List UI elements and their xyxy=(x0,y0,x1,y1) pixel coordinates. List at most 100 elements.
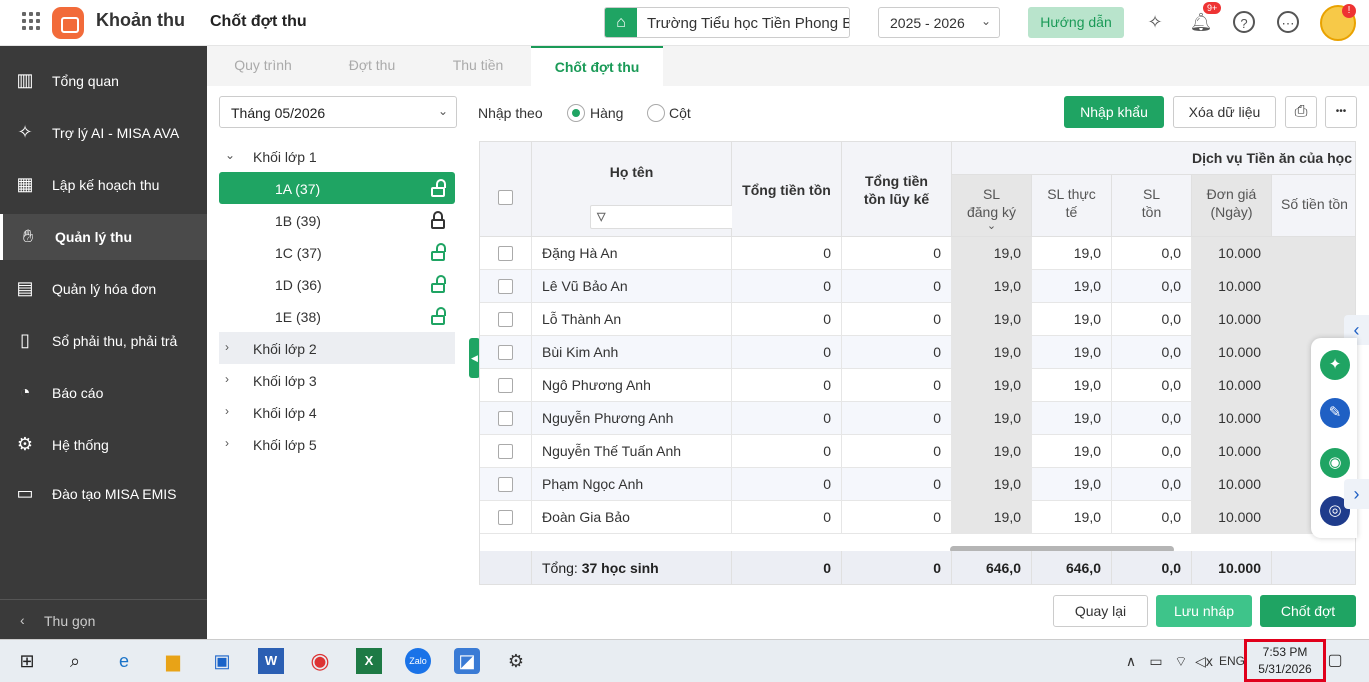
row-checkbox[interactable] xyxy=(498,345,513,360)
app-launcher-icon[interactable] xyxy=(22,12,42,32)
sidebar-item-hoa-don[interactable]: ▤ Quản lý hóa đơn xyxy=(0,266,207,312)
battery-icon[interactable]: ▭ xyxy=(1143,648,1169,674)
cell-sl-ton: 0,0 xyxy=(1112,501,1192,534)
sidebar-item-so-phai-thu[interactable]: ▯ Sổ phải thu, phải trả xyxy=(0,318,207,364)
school-selector[interactable]: ⌂ Trường Tiểu học Tiền Phong B xyxy=(604,7,850,38)
back-button[interactable]: Quay lại xyxy=(1053,595,1148,627)
tree-class-1b[interactable]: 1B (39) xyxy=(219,204,455,236)
zalo-icon[interactable]: Zalo xyxy=(405,648,431,674)
notification-badge: 9+ xyxy=(1203,2,1222,14)
edge-icon[interactable]: e xyxy=(111,648,137,674)
tab-chot-dot-thu[interactable]: Chốt đợt thu xyxy=(531,46,663,86)
tree-group-khoi-3[interactable]: › Khối lớp 3 xyxy=(219,364,455,396)
cell-total: 0 xyxy=(732,336,842,369)
cell-total: 0 xyxy=(732,468,842,501)
tree-class-1d[interactable]: 1D (36) xyxy=(219,268,455,300)
row-checkbox[interactable] xyxy=(498,477,513,492)
cell-don-gia: 10.000 xyxy=(1192,237,1272,270)
cell-sl-thuc-te[interactable]: 19,0 xyxy=(1032,369,1112,402)
save-draft-button[interactable]: Lưu nháp xyxy=(1156,595,1252,627)
sidebar-item-dao-tao[interactable]: ▭ Đào tạo MISA EMIS xyxy=(0,471,207,517)
cell-sl-thuc-te[interactable]: 19,0 xyxy=(1032,270,1112,303)
search-icon[interactable]: ⌕ xyxy=(62,648,88,674)
avatar[interactable]: ! xyxy=(1320,4,1356,41)
cell-sl-thuc-te[interactable]: 19,0 xyxy=(1032,402,1112,435)
collapse-right-arrow-icon[interactable]: › xyxy=(1344,479,1369,509)
hand-coin-icon: ✋︎ xyxy=(22,226,34,246)
notifications-icon[interactable]: ▢ xyxy=(1322,648,1348,674)
guide-button[interactable]: Hướng dẫn xyxy=(1028,7,1124,38)
row-select-cell xyxy=(480,369,532,402)
help-icon[interactable]: ? xyxy=(1233,11,1255,33)
footer-sl-dang-ky: 646,0 xyxy=(952,551,1032,584)
row-checkbox[interactable] xyxy=(498,444,513,459)
footer-so-tien-ton xyxy=(1272,551,1355,584)
lightbulb-icon[interactable]: ✦ xyxy=(1320,350,1350,380)
chat-bot-icon[interactable]: ◉ xyxy=(1320,448,1350,478)
cell-sl-thuc-te[interactable]: 19,0 xyxy=(1032,336,1112,369)
system-clock[interactable]: 7:53 PM 5/31/2026 xyxy=(1244,639,1326,682)
row-checkbox[interactable] xyxy=(498,411,513,426)
tree-class-1c[interactable]: 1C (37) xyxy=(219,236,455,268)
excel-icon[interactable]: X xyxy=(356,648,382,674)
row-checkbox[interactable] xyxy=(498,312,513,327)
cell-sl-thuc-te[interactable]: 19,0 xyxy=(1032,435,1112,468)
sidebar-item-quan-ly-thu[interactable]: ✋︎ Quản lý thu xyxy=(0,214,207,260)
clear-data-button[interactable]: Xóa dữ liệu xyxy=(1173,96,1276,128)
tree-class-1e[interactable]: 1E (38) xyxy=(219,300,455,332)
tab-quy-trinh[interactable]: Quy trình xyxy=(207,46,319,86)
cell-sl-thuc-te[interactable]: 19,0 xyxy=(1032,468,1112,501)
sidebar-item-bao-cao[interactable]: ◔ Báo cáo xyxy=(0,370,207,416)
settings-gear-icon[interactable]: ⚙ xyxy=(503,648,529,674)
sidebar-item-he-thong[interactable]: ⚙ Hệ thống xyxy=(0,422,207,468)
radio-row[interactable] xyxy=(567,104,585,122)
remote-desktop-icon[interactable]: ◪ xyxy=(454,648,480,674)
close-period-button[interactable]: Chốt đợt xyxy=(1260,595,1356,627)
language-indicator[interactable]: ENG xyxy=(1217,648,1247,674)
month-dropdown[interactable]: Tháng 05/2026 ⌄ xyxy=(219,96,457,128)
tree-group-khoi-2[interactable]: › Khối lớp 2 xyxy=(219,332,455,364)
cell-sl-ton: 0,0 xyxy=(1112,237,1192,270)
tree-group-khoi-5[interactable]: › Khối lớp 5 xyxy=(219,428,455,460)
row-checkbox[interactable] xyxy=(498,510,513,525)
row-checkbox[interactable] xyxy=(498,246,513,261)
select-all-checkbox[interactable] xyxy=(498,190,513,205)
tree-group-khoi-4[interactable]: › Khối lớp 4 xyxy=(219,396,455,428)
cell-sl-thuc-te[interactable]: 19,0 xyxy=(1032,303,1112,336)
collapse-sidebar-button[interactable]: ‹ Thu gọn xyxy=(0,599,207,639)
year-dropdown[interactable]: 2025 - 2026 ⌄ xyxy=(878,7,1000,38)
radio-column[interactable] xyxy=(647,104,665,122)
row-checkbox[interactable] xyxy=(498,378,513,393)
row-checkbox[interactable] xyxy=(498,279,513,294)
tray-chevron-up-icon[interactable]: ∧ xyxy=(1118,648,1144,674)
megaphone-icon[interactable]: ✎ xyxy=(1320,398,1350,428)
volume-muted-icon[interactable]: ◁x xyxy=(1191,648,1217,674)
file-explorer-icon[interactable]: ▆ xyxy=(160,648,186,674)
class-label: 1A (37) xyxy=(275,181,321,197)
word-icon[interactable]: W xyxy=(258,648,284,674)
more-options-button[interactable]: ••• xyxy=(1325,96,1357,128)
sidebar-item-lap-ke-hoach[interactable]: ▦ Lập kế hoạch thu xyxy=(0,162,207,208)
tree-class-1a[interactable]: 1A (37) xyxy=(219,172,455,204)
cell-sl-dang-ky: 19,0 xyxy=(952,237,1032,270)
header-so-tien-ton: Số tiền tồn xyxy=(1272,175,1355,237)
cell-sl-thuc-te[interactable]: 19,0 xyxy=(1032,501,1112,534)
tab-dot-thu[interactable]: Đợt thu xyxy=(319,46,425,86)
cell-sl-dang-ky: 19,0 xyxy=(952,303,1032,336)
header-don-gia: Đơn giá (Ngày) xyxy=(1192,175,1272,237)
sidebar-item-tro-ly-ai[interactable]: ✧ Trợ lý AI - MISA AVA xyxy=(0,110,207,156)
class-label: 1D (36) xyxy=(275,277,322,293)
windows-start-icon[interactable]: ⊞ xyxy=(14,648,40,674)
tab-thu-tien[interactable]: Thu tiền xyxy=(425,46,531,86)
chrome-icon[interactable]: ◉ xyxy=(307,648,333,674)
sidebar-item-tong-quan[interactable]: ▥ Tổng quan xyxy=(0,58,207,104)
cell-sl-ton: 0,0 xyxy=(1112,435,1192,468)
cell-sl-thuc-te[interactable]: 19,0 xyxy=(1032,237,1112,270)
more-circle-icon[interactable]: ⋯ xyxy=(1277,11,1299,33)
header-sl-dang-ky[interactable]: SL đăng ký ⌄ xyxy=(952,175,1032,237)
tree-group-khoi-1[interactable]: ⌄ Khối lớp 1 xyxy=(219,140,455,172)
store-icon[interactable]: ▣ xyxy=(209,648,235,674)
ai-sparkle-icon[interactable]: ✧ xyxy=(1142,9,1168,35)
import-button[interactable]: Nhập khẩu xyxy=(1064,96,1164,128)
print-icon[interactable]: ⎙ xyxy=(1285,96,1317,128)
